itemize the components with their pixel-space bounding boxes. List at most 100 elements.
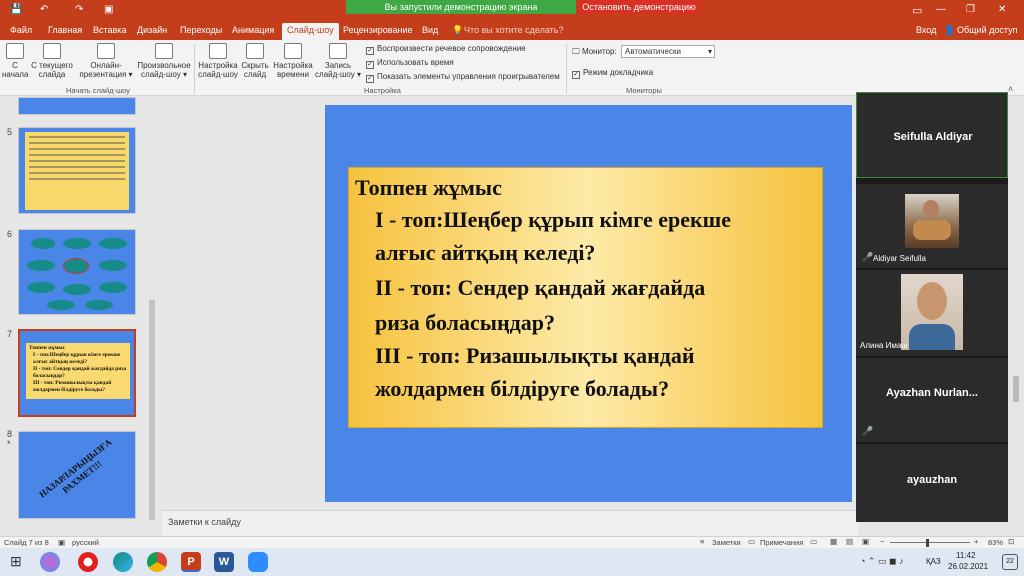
save-icon[interactable]: 💾 bbox=[10, 4, 22, 15]
show-media-controls-checkbox[interactable]: ✓ Показать элементы управления проигрыват… bbox=[366, 72, 560, 83]
notes-pane[interactable]: Заметки к слайду bbox=[162, 510, 858, 536]
from-current-button[interactable]: С текущего слайда bbox=[30, 43, 74, 79]
clock-time[interactable]: 11:42 bbox=[956, 551, 975, 560]
slideshow-view-icon[interactable]: ▣ bbox=[862, 537, 869, 546]
online-presentation-label: Онлайн- презентация ▾ bbox=[79, 61, 133, 79]
cortana-icon[interactable] bbox=[40, 552, 60, 572]
fit-to-window-icon[interactable]: ⊡ bbox=[1008, 537, 1014, 546]
monitor-label: Монитор: bbox=[581, 47, 617, 56]
participant-tile[interactable]: Seifulla Aldiyar bbox=[856, 92, 1008, 178]
tab-transitions[interactable]: Переходы bbox=[180, 23, 222, 40]
tab-insert[interactable]: Вставка bbox=[93, 23, 126, 40]
slide-line: ІІІ - топ: Ризашылықты қандай bbox=[375, 343, 695, 368]
ribbon-display-icon[interactable]: ▭ bbox=[912, 4, 922, 17]
zoom-in-icon[interactable]: + bbox=[974, 537, 978, 546]
tab-file[interactable]: Файл bbox=[10, 23, 32, 40]
windows-start-icon[interactable]: ⊞ bbox=[10, 553, 22, 570]
slide-sorter-icon[interactable]: ▦ bbox=[830, 537, 837, 546]
thumbnail-line: І - топ:Шеңбер құрып кімге ерекше алғыс … bbox=[33, 352, 121, 365]
share-banner-text: Вы запустили демонстрацию экрана bbox=[384, 2, 538, 12]
participant-name: Seifulla Aldiyar bbox=[893, 131, 973, 143]
tab-animations[interactable]: Анимация bbox=[232, 23, 274, 40]
participant-tile[interactable]: Ayazhan Nurlan... 🎤 bbox=[856, 358, 1008, 442]
thumbnail-slide-4[interactable] bbox=[18, 97, 136, 115]
center-ellipse-shape bbox=[63, 258, 89, 274]
spellcheck-icon[interactable]: ▣ bbox=[58, 538, 65, 547]
participant-tile[interactable]: 🎤 Aldiyar Seifulla bbox=[856, 184, 1008, 268]
slide-line: алғыс айтқың келеді? bbox=[375, 240, 596, 265]
online-presentation-button[interactable]: Онлайн- презентация ▾ bbox=[78, 43, 134, 79]
ribbon-tab-bar: Файл Главная Вставка Дизайн Переходы Ани… bbox=[0, 20, 1024, 40]
video-participants-panel: Seifulla Aldiyar 🎤 Aldiyar Seifulla Алин… bbox=[856, 92, 1008, 522]
zoom-level[interactable]: 83% bbox=[988, 538, 1003, 547]
setup-slideshow-label: Настройка слайд-шоу bbox=[198, 61, 238, 79]
undo-icon[interactable]: ↶ bbox=[40, 4, 48, 15]
play-narrations-checkbox[interactable]: ✓ Воспроизвести речевое сопровождение bbox=[366, 44, 526, 55]
zoom-slider[interactable] bbox=[890, 542, 970, 543]
language-indicator[interactable]: русский bbox=[72, 538, 99, 547]
notes-toggle[interactable]: Заметки bbox=[712, 538, 741, 547]
rehearse-timings-button[interactable]: Настройка времени bbox=[273, 43, 313, 79]
participant-name: Ayazhan Nurlan... bbox=[886, 387, 978, 399]
tab-review[interactable]: Рецензирование bbox=[343, 23, 413, 40]
ellipse-shape bbox=[63, 238, 91, 249]
word-icon[interactable]: W bbox=[214, 552, 234, 572]
monitor-select[interactable]: Автоматически ▾ bbox=[621, 45, 715, 58]
zoom-app-icon[interactable] bbox=[248, 552, 268, 572]
comments-toggle[interactable]: Примечания bbox=[760, 538, 803, 547]
presenter-view-checkbox[interactable]: ✓ Режим докладчика bbox=[572, 68, 653, 79]
input-language[interactable]: ҚАЗ bbox=[926, 557, 941, 566]
use-timings-checkbox[interactable]: ✓ Использовать время bbox=[366, 58, 454, 69]
edge-icon[interactable] bbox=[113, 552, 133, 572]
record-slideshow-button[interactable]: Запись слайд-шоу ▾ bbox=[315, 43, 361, 79]
animation-star-icon: * bbox=[7, 439, 11, 449]
tab-design[interactable]: Дизайн bbox=[137, 23, 167, 40]
thumbnail-number: 8 bbox=[7, 429, 13, 439]
scrollbar-thumb[interactable] bbox=[149, 300, 155, 520]
thumbnail-slide-5[interactable] bbox=[18, 127, 136, 214]
tab-slideshow[interactable]: Слайд-шоу bbox=[282, 23, 339, 40]
tab-home[interactable]: Главная bbox=[48, 23, 82, 40]
stop-share-button[interactable]: Остановить демонстрацию bbox=[578, 0, 700, 14]
minimize-icon[interactable]: — bbox=[936, 4, 946, 15]
thumbnail-slide-6[interactable] bbox=[18, 229, 136, 315]
tell-me-search[interactable]: Что вы хотите сделать? bbox=[464, 23, 564, 40]
redo-icon[interactable]: ↷ bbox=[75, 4, 83, 15]
opera-icon[interactable] bbox=[78, 552, 98, 572]
reading-view-icon[interactable]: ▤ bbox=[846, 537, 853, 546]
notification-center-icon[interactable]: 22 bbox=[1002, 554, 1018, 570]
zoom-slider-thumb[interactable] bbox=[926, 539, 929, 547]
status-bar: Слайд 7 из 8 ▣ русский ≡ Заметки ▭ Приме… bbox=[0, 536, 1024, 548]
tab-view[interactable]: Вид bbox=[422, 23, 438, 40]
slide-title: Топпен жұмыс bbox=[355, 175, 502, 200]
thumbnail-slide-7-selected[interactable]: Топпен жұмыс І - топ:Шеңбер құрып кімге … bbox=[18, 329, 136, 417]
maximize-icon[interactable]: ❐ bbox=[966, 4, 975, 15]
collapse-ribbon-icon[interactable]: ˄ bbox=[1008, 84, 1013, 94]
slide-thumbnails-panel[interactable]: 5 6 7 Топпен жұмыс І - топ:Шеңбер құрып … bbox=[0, 97, 160, 537]
custom-slideshow-button[interactable]: Произвольное слайд-шоу ▾ bbox=[136, 43, 192, 79]
checkmark-icon: ✓ bbox=[366, 61, 374, 69]
sign-in-link[interactable]: Вход bbox=[916, 23, 936, 40]
from-beginning-button[interactable]: С начала bbox=[2, 43, 28, 79]
panel-scrollbar-thumb[interactable] bbox=[1013, 376, 1019, 402]
slide-line: риза боласыңдар? bbox=[375, 310, 555, 335]
ellipse-shape bbox=[63, 284, 91, 295]
zoom-out-icon[interactable]: − bbox=[880, 537, 884, 546]
participant-video bbox=[901, 274, 963, 350]
participant-name: ayauzhan bbox=[906, 474, 958, 486]
powerpoint-icon[interactable]: P bbox=[181, 552, 201, 572]
hide-slide-button[interactable]: Скрыть слайд bbox=[240, 43, 270, 79]
participant-tile[interactable]: ayauzhan bbox=[856, 444, 1008, 522]
share-button[interactable]: Общий доступ bbox=[957, 23, 1017, 40]
tray-icons[interactable]: ◔ ⌃ ▭ ◼ ♪ bbox=[860, 556, 903, 567]
play-narrations-label: Воспроизвести речевое сопровождение bbox=[377, 44, 526, 53]
ellipse-shape bbox=[27, 282, 55, 293]
close-icon[interactable]: ✕ bbox=[998, 4, 1006, 15]
setup-slideshow-button[interactable]: Настройка слайд-шоу bbox=[198, 43, 238, 79]
clock-date[interactable]: 26.02.2021 bbox=[948, 562, 988, 571]
present-from-start-icon[interactable]: ▣ bbox=[104, 4, 113, 15]
thumbnail-slide-8[interactable]: НАЗАРЛАРЫҢЫЗҒА РАХМЕТ!!! bbox=[18, 431, 136, 519]
normal-view-icon[interactable]: ▭ bbox=[810, 537, 817, 546]
chrome-icon[interactable] bbox=[147, 552, 167, 572]
participant-tile[interactable]: Алина Имаш bbox=[856, 270, 1008, 356]
